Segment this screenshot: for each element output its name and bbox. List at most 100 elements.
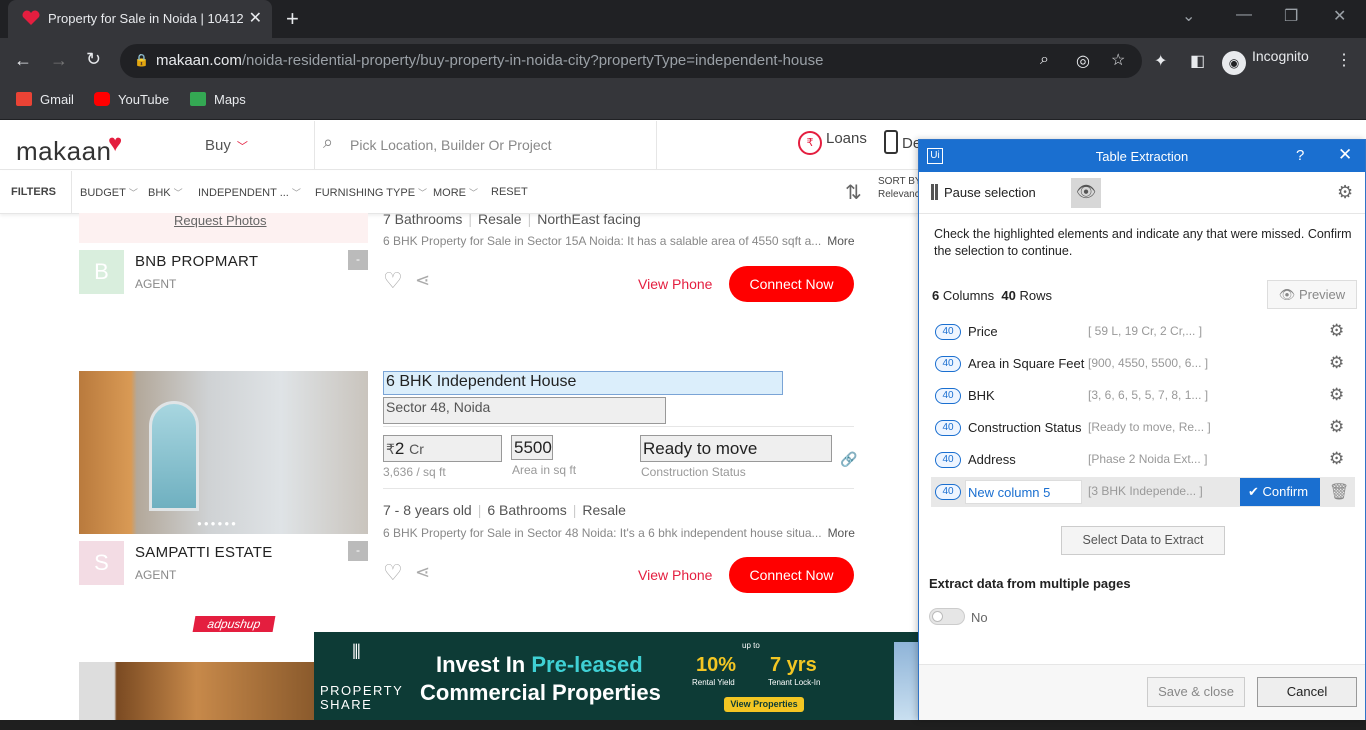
reload-icon[interactable]: ↻ [86,49,101,70]
area-label: Area in sq ft [512,463,577,477]
photo-carousel-dots[interactable]: ●●●●●● [197,519,238,528]
share-icon[interactable]: ⋖ [415,270,430,291]
link-icon[interactable]: 🔗 [840,451,857,468]
sort-dropdown[interactable]: SORT BY Relevanc [878,175,922,201]
collapse-icon[interactable]: - [348,250,368,270]
column-name[interactable]: Area in Square Feet [968,356,1084,371]
column-settings-gear-icon[interactable]: ⚙ [1329,353,1344,373]
sort-icon[interactable]: ⇅ [845,180,862,205]
view-phone-link[interactable]: View Phone [638,276,712,292]
column-sample: [3 BHK Independe... ] [1088,484,1203,498]
filter-furnishing[interactable]: FURNISHING TYPE ﹀ [315,186,427,199]
view-phone-link[interactable]: View Phone [638,567,712,583]
more-link[interactable]: More [827,234,854,248]
search-icon: ⌕ [323,132,334,152]
agent-card[interactable]: S SAMPATTI ESTATE AGENT - [79,541,368,585]
bookmark-gmail[interactable]: Gmail [16,92,74,107]
more-link[interactable]: More [828,526,855,540]
column-row-bhk[interactable]: 40 BHK [3, 6, 6, 5, 5, 7, 8, 1... ] ⚙ [931,381,1355,411]
ad-headline: Invest In Pre-leased [436,652,643,677]
ad-stat-yield: 10% [696,654,737,676]
bookmark-star-icon[interactable]: ☆ [1111,50,1125,70]
propertyshare-ad-banner[interactable]: ⦀ PROPERTY SHARE Invest In Pre-leased Com… [314,632,918,720]
preview-button[interactable]: 👁 Preview [1267,280,1357,309]
filters-divider [58,171,72,214]
pause-selection-button[interactable]: Pause selection [931,184,1036,200]
column-sample: [Ready to move, Re... ] [1088,420,1211,434]
filters-label[interactable]: FILTERS [11,186,56,198]
column-row-new-column[interactable]: 40 [3 BHK Independe... ] ✔ Confirm 🗑 [931,477,1355,507]
delete-column-trash-icon[interactable]: 🗑 [1329,482,1349,502]
shortlist-heart-icon[interactable]: ♡ [383,268,403,294]
cancel-button[interactable]: Cancel [1257,677,1357,707]
menu-dots-icon[interactable]: ⋮ [1336,50,1352,70]
filter-bhk[interactable]: BHK ﹀ [148,186,183,199]
filter-property-type[interactable]: INDEPENDENT ... ﹀ [198,186,301,199]
window-close-icon[interactable]: ✕ [1333,6,1346,26]
incognito-badge[interactable]: ◉ Incognito [1222,48,1309,75]
filter-budget[interactable]: BUDGET ﹀ [80,186,138,199]
bookmark-youtube[interactable]: YouTube [94,92,169,107]
connect-now-button[interactable]: Connect Now [729,266,854,302]
next-property-photo[interactable] [79,662,314,722]
agent-role: AGENT [135,568,177,582]
zoom-search-icon[interactable]: ⌕ [1040,51,1049,69]
column-settings-gear-icon[interactable]: ⚙ [1329,385,1344,405]
highlight-toggle-eye-icon[interactable]: 👁 [1071,178,1101,208]
confirm-button[interactable]: ✔ Confirm [1240,478,1320,506]
loans-link[interactable]: ₹ Loans [798,130,867,155]
tab-search-icon[interactable]: ⌄ [1182,6,1195,26]
column-row-construction-status[interactable]: 40 Construction Status [Ready to move, R… [931,413,1355,443]
extensions-icon[interactable]: ✦ [1154,51,1167,71]
column-settings-gear-icon[interactable]: ⚙ [1329,449,1344,469]
close-icon[interactable]: ✕ [1338,145,1352,165]
column-row-address[interactable]: 40 Address [Phase 2 Noida Ext... ] ⚙ [931,445,1355,475]
back-icon[interactable]: ← [14,50,32,71]
avatar: B [79,250,124,294]
shortlist-heart-icon[interactable]: ♡ [383,560,403,586]
minimize-icon[interactable]: — [1236,6,1252,24]
save-close-button[interactable]: Save & close [1147,677,1245,707]
download-link[interactable]: De [884,130,921,154]
filter-more[interactable]: MORE ﹀ [433,186,478,199]
restore-icon[interactable]: ❐ [1284,6,1298,26]
column-row-price[interactable]: 40 Price [ 59 L, 19 Cr, 2 Cr,... ] ⚙ [931,317,1355,347]
new-tab-icon[interactable]: + [286,6,299,32]
collapse-icon[interactable]: - [348,541,368,561]
column-settings-gear-icon[interactable]: ⚙ [1329,321,1344,341]
settings-gear-icon[interactable]: ⚙ [1337,182,1353,203]
column-name[interactable]: BHK [968,388,995,403]
eye-off-icon[interactable]: ◎ [1076,51,1090,71]
help-icon[interactable]: ? [1296,147,1304,164]
column-name[interactable]: Price [968,324,998,339]
column-name-input[interactable] [965,480,1082,504]
select-data-button[interactable]: Select Data to Extract [1061,526,1225,555]
request-photos-link[interactable]: Request Photos [174,213,267,228]
browser-tab[interactable]: Property for Sale in Noida | 10412 ✕ [8,0,272,38]
column-settings-gear-icon[interactable]: ⚙ [1329,417,1344,437]
buy-dropdown[interactable]: Buy ﹀ [205,137,248,154]
bookmark-maps[interactable]: Maps [190,92,246,107]
column-name[interactable]: Construction Status [968,420,1081,435]
search-box[interactable]: ⌕ Pick Location, Builder Or Project [314,121,657,169]
pause-icon [931,184,938,200]
listing-location[interactable]: Sector 48, Noida [383,397,666,424]
forward-icon[interactable]: → [50,50,68,71]
column-sample: [ 59 L, 19 Cr, 2 Cr,... ] [1088,324,1203,338]
property-photo[interactable]: ●●●●●● [79,371,368,534]
multiple-pages-toggle[interactable] [929,608,965,625]
listing-title[interactable]: 6 BHK Independent House [383,371,783,395]
side-panel-icon[interactable]: ◧ [1190,51,1205,71]
share-icon[interactable]: ⋖ [415,562,430,583]
column-row-area[interactable]: 40 Area in Square Feet [900, 4550, 5500,… [931,349,1355,379]
agent-card[interactable]: B BNB PROPMART AGENT - [79,250,368,294]
address-bar[interactable]: 🔒 makaan.com/noida-residential-property/… [120,44,1142,78]
adpushup-logo[interactable]: adpushup [192,616,276,632]
gmail-icon [16,92,32,106]
close-tab-icon[interactable]: ✕ [249,8,262,28]
view-properties-button[interactable]: View Properties [724,697,804,712]
filter-reset[interactable]: RESET [491,186,528,198]
connect-now-button[interactable]: Connect Now [729,557,854,593]
makaan-logo[interactable]: makaan ♥ [16,130,122,167]
column-name[interactable]: Address [968,452,1016,467]
